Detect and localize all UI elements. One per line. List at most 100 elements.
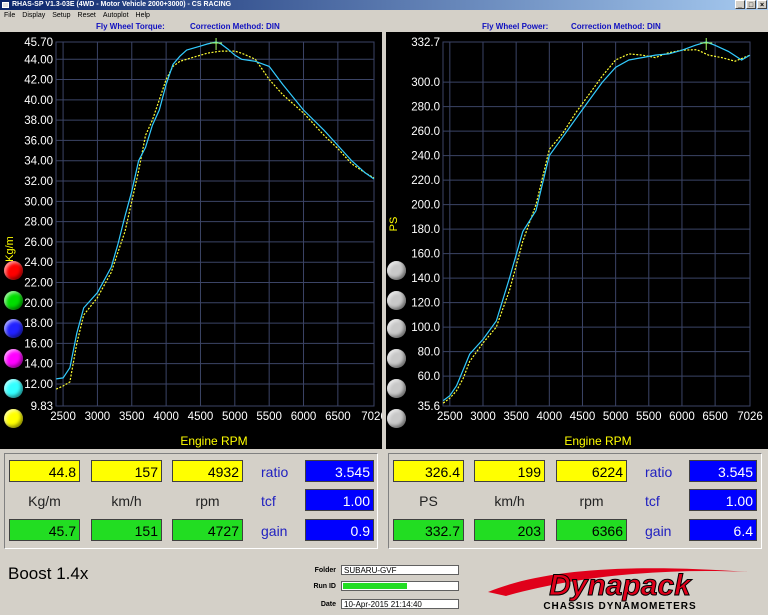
power-unit: PS — [419, 493, 438, 509]
channel-button-magenta[interactable] — [4, 349, 23, 368]
y-tick-label: 300.0 — [411, 77, 440, 89]
torque-current-value: 44.8 — [9, 460, 80, 482]
y-tick-label: 40.00 — [24, 95, 53, 107]
window-title-bar[interactable]: RHAS-SP V1.3-03E (4WD - Motor Vehicle 20… — [0, 0, 768, 10]
channel-button-green[interactable] — [4, 291, 23, 310]
channel-button-red[interactable] — [4, 261, 23, 280]
y-tick-label: 80.0 — [418, 347, 440, 359]
y-tick-label: 220.0 — [411, 175, 440, 187]
ratio-label: ratio — [261, 464, 289, 480]
x-tick-label: 3000 — [470, 411, 496, 423]
torque-ylabel: Kg/m — [4, 236, 16, 262]
maximize-button[interactable]: □ — [746, 0, 756, 9]
y-tick-label: 22.00 — [24, 278, 53, 290]
tcf-value: 1.00 — [305, 489, 374, 511]
channel-button-cyan[interactable] — [4, 379, 23, 398]
menu-file[interactable]: File — [0, 10, 18, 22]
y-tick-label: 18.00 — [24, 318, 53, 330]
x-tick-label: 4000 — [537, 411, 563, 423]
y-tick-label: 260.0 — [411, 126, 440, 138]
y-tick-label: 160.0 — [411, 249, 440, 261]
close-button[interactable]: × — [757, 0, 767, 9]
power-xlabel: Engine RPM — [564, 434, 631, 448]
x-tick-label: 6000 — [669, 411, 695, 423]
channel-button-blue[interactable] — [4, 319, 23, 338]
torque-correction-method: Correction Method: DIN — [190, 22, 280, 31]
torque-readout-panel: 44.8 157 4932 ratio 3.545 Kg/m km/h rpm … — [4, 453, 378, 549]
run-id-label: Run ID — [313, 583, 336, 590]
y-tick-label: 44.00 — [24, 54, 53, 66]
channel-button-gray-6[interactable] — [387, 409, 406, 428]
ratio-label-right: ratio — [645, 464, 673, 480]
y-tick-label: 180.0 — [411, 224, 440, 236]
speed-unit-right: km/h — [494, 493, 525, 509]
menu-bar: File Display Setup Reset Autoplot Help — [0, 10, 768, 22]
x-tick-label: 2500 — [50, 411, 76, 423]
channel-button-gray-4[interactable] — [387, 349, 406, 368]
gain-value: 0.9 — [305, 519, 374, 541]
speed-unit: km/h — [111, 493, 142, 509]
channel-button-yellow[interactable] — [4, 409, 23, 428]
x-tick-label: 6500 — [702, 411, 728, 423]
channel-button-gray-2[interactable] — [387, 291, 406, 310]
channel-button-gray-5[interactable] — [387, 379, 406, 398]
power-chart-panel: 35.6 60.0 80.0 100.0 120.0 140.0 160.0 180.0 200… — [386, 32, 768, 449]
y-tick-label: 38.00 — [24, 115, 53, 127]
y-tick-label: 24.00 — [24, 257, 53, 269]
power-current-value: 326.4 — [393, 460, 464, 482]
x-tick-label: 4500 — [570, 411, 596, 423]
power-correction-method: Correction Method: DIN — [571, 22, 661, 31]
y-tick-label: 26.00 — [24, 237, 53, 249]
menu-display[interactable]: Display — [18, 10, 48, 22]
torque-unit: Kg/m — [28, 493, 61, 509]
run-id-field[interactable] — [341, 581, 459, 591]
x-tick-label: 4500 — [188, 411, 214, 423]
series-line-1 — [442, 41, 751, 402]
gain-label: gain — [261, 523, 288, 539]
logo-wordmark: Dynapack — [549, 569, 692, 602]
tcf-label: tcf — [261, 493, 276, 509]
y-tick-label: 280.0 — [411, 102, 440, 114]
y-tick-label: 20.00 — [24, 298, 53, 310]
app-icon — [2, 2, 9, 8]
power-chart-title: Fly Wheel Power: — [482, 22, 549, 31]
y-tick-label: 34.00 — [24, 156, 53, 168]
menu-autoplot[interactable]: Autoplot — [99, 10, 132, 22]
x-tick-label: 6000 — [291, 411, 317, 423]
x-tick-label: 5000 — [222, 411, 248, 423]
rpm-current-value-right: 6224 — [556, 460, 627, 482]
x-tick-label: 2500 — [437, 411, 463, 423]
x-tick-label: 5500 — [636, 411, 662, 423]
folder-label: Folder — [314, 567, 336, 574]
logo-subtitle: CHASSIS DYNAMOMETERS — [543, 601, 696, 612]
menu-reset[interactable]: Reset — [74, 10, 99, 22]
x-tick-label: 7026 — [737, 411, 763, 423]
gain-value-right: 6.4 — [689, 519, 757, 541]
x-tick-label: 6500 — [325, 411, 351, 423]
y-tick-label: 332.7 — [411, 37, 440, 49]
power-readout-panel: 326.4 199 6224 ratio 3.545 PS km/h rpm t… — [388, 453, 762, 549]
tcf-label-right: tcf — [645, 493, 660, 509]
date-label: Date — [320, 601, 336, 608]
channel-button-gray-3[interactable] — [387, 319, 406, 338]
torque-chart: 9.8312.0014.0016.0018.0020.0022.0024.002… — [4, 37, 387, 448]
dynapack-logo: Dynapack CHASSIS DYNAMOMETERS — [488, 568, 748, 612]
y-tick-label: 100.0 — [411, 322, 440, 334]
channel-button-gray-1[interactable] — [387, 261, 406, 280]
rpm-unit: rpm — [195, 493, 220, 509]
torque-chart-title: Fly Wheel Torque: — [96, 22, 165, 31]
series-line-0 — [55, 50, 375, 390]
y-tick-label: 140.0 — [411, 273, 440, 285]
x-tick-label: 5500 — [256, 411, 282, 423]
series-line-0 — [442, 49, 751, 404]
x-tick-label: 3500 — [119, 411, 145, 423]
ratio-value: 3.545 — [305, 460, 374, 482]
y-tick-label: 16.00 — [24, 338, 53, 350]
window-title: RHAS-SP V1.3-03E (4WD - Motor Vehicle 20… — [12, 1, 232, 8]
y-tick-label: 12.00 — [24, 379, 53, 391]
minimize-button[interactable]: _ — [735, 0, 745, 9]
menu-setup[interactable]: Setup — [48, 10, 73, 22]
menu-help[interactable]: Help — [132, 10, 153, 22]
folder-field[interactable]: SUBARU-GVF — [341, 565, 459, 575]
speed-peak-value-right: 203 — [474, 519, 545, 541]
